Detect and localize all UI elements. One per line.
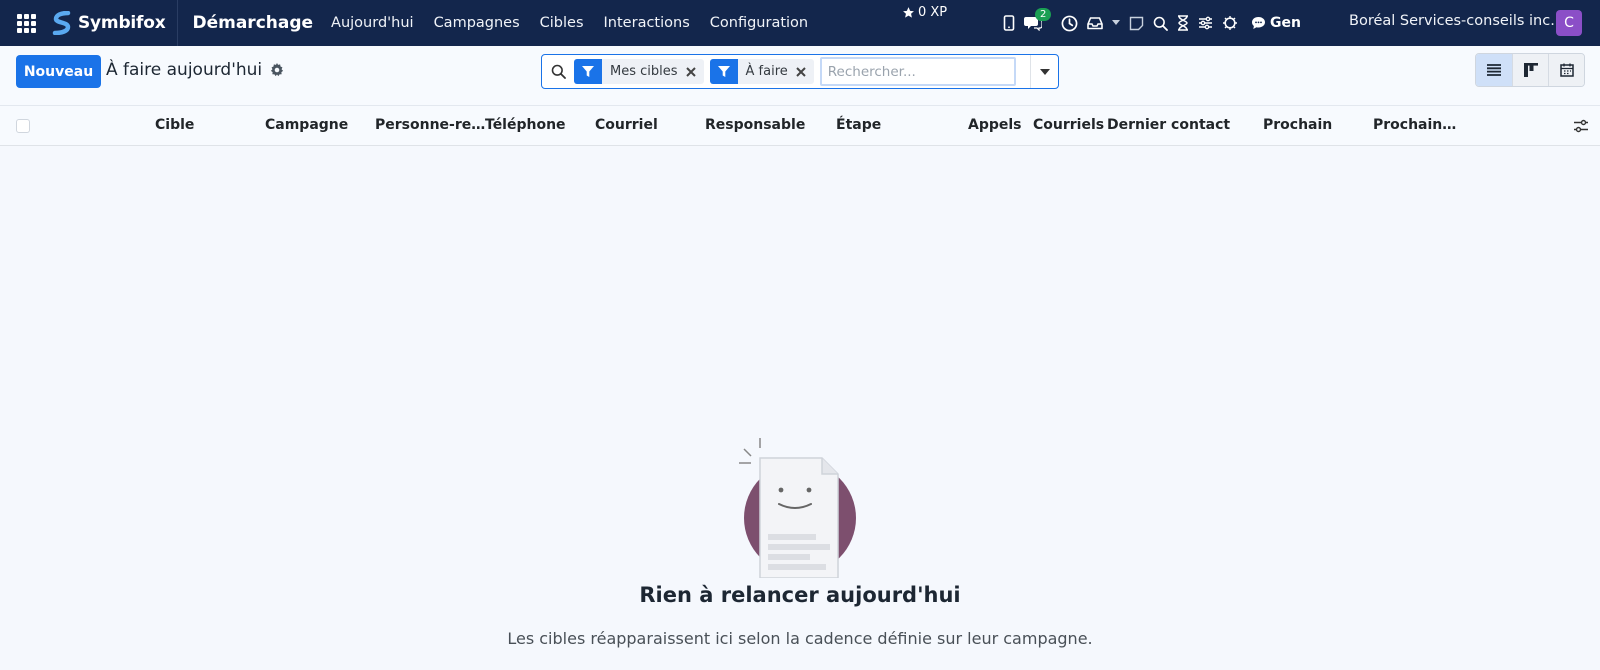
kanban-icon [1523, 63, 1538, 77]
filter-icon [709, 59, 738, 84]
search-input[interactable] [819, 57, 1016, 86]
column-header-last-contact[interactable]: Dernier contact [1107, 117, 1230, 133]
column-header-next[interactable]: Prochain [1263, 117, 1332, 133]
facet-label: À faire [745, 64, 788, 79]
close-icon[interactable] [685, 66, 704, 77]
inbox-icon[interactable] [1087, 16, 1103, 30]
caret-down-icon[interactable] [1112, 20, 1120, 26]
menu-item-today[interactable]: Aujourd'hui [321, 15, 424, 31]
select-all-checkbox[interactable] [16, 119, 30, 133]
calendar-icon [1559, 63, 1574, 77]
phone-icon[interactable] [1003, 15, 1015, 31]
app-title[interactable]: Démarchage [192, 13, 313, 33]
column-header-phone[interactable]: Téléphone [485, 117, 566, 133]
menu-item-targets[interactable]: Cibles [530, 15, 594, 31]
filter-icon [574, 59, 602, 84]
search-icon[interactable] [542, 64, 574, 79]
company-switcher[interactable]: Boréal Services-conseils inc. [1349, 13, 1555, 29]
control-panel: Nouveau À faire aujourd'hui Mes cibles À… [0, 46, 1600, 106]
table-header: Cible Campagne Personne-re… Téléphone Co… [0, 106, 1600, 146]
grid-icon [16, 13, 36, 33]
search-options-toggle[interactable] [1030, 55, 1058, 88]
caret-down-icon [1039, 68, 1050, 75]
column-header-stage[interactable]: Étape [836, 117, 881, 133]
brand-logo[interactable]: Symbifox [52, 0, 179, 46]
top-navbar: Symbifox Démarchage Aujourd'hui Campagne… [0, 0, 1600, 46]
column-settings-icon[interactable] [1573, 118, 1589, 137]
empty-state-title: Rien à relancer aujourd'hui [639, 583, 961, 607]
list-view-button[interactable] [1476, 54, 1512, 86]
new-button[interactable]: Nouveau [16, 55, 101, 88]
hourglass-icon[interactable] [1177, 15, 1189, 31]
gear-icon[interactable] [270, 63, 284, 77]
star-icon [903, 7, 914, 18]
gen-label: Gen [1270, 15, 1301, 31]
breadcrumb: À faire aujourd'hui [106, 60, 284, 80]
clock-icon[interactable] [1061, 15, 1078, 32]
column-header-campaign[interactable]: Campagne [265, 117, 348, 133]
main-menu: Aujourd'hui Campagnes Cibles Interaction… [321, 15, 818, 31]
note-icon[interactable] [1129, 16, 1144, 31]
calendar-view-button[interactable] [1548, 54, 1584, 86]
menu-item-interactions[interactable]: Interactions [594, 15, 700, 31]
column-header-target[interactable]: Cible [155, 117, 194, 133]
page-title: À faire aujourd'hui [106, 60, 263, 80]
gen-assistant-button[interactable]: Gen [1251, 15, 1301, 31]
search-bar: Mes cibles À faire [541, 54, 1059, 89]
brand-name: Symbifox [78, 13, 166, 33]
column-header-calls[interactable]: Appels [968, 117, 1022, 133]
close-icon[interactable] [796, 66, 814, 77]
facet-to-do: À faire [709, 59, 814, 84]
view-switcher [1475, 53, 1585, 87]
search-icon[interactable] [1153, 16, 1168, 31]
column-header-email[interactable]: Courriel [595, 117, 658, 133]
kanban-view-button[interactable] [1512, 54, 1548, 86]
xp-value: 0 XP [918, 5, 948, 20]
column-header-contact-person[interactable]: Personne-re… [375, 117, 485, 133]
sliders-icon[interactable] [1198, 16, 1213, 30]
facet-my-targets: Mes cibles [574, 59, 704, 84]
facet-label: Mes cibles [610, 64, 678, 79]
menu-item-configuration[interactable]: Configuration [700, 15, 818, 31]
menu-item-campaigns[interactable]: Campagnes [424, 15, 530, 31]
apps-menu-button[interactable] [0, 0, 52, 46]
column-header-emails[interactable]: Courriels [1033, 117, 1104, 133]
empty-state-text: Les cibles réapparaissent ici selon la c… [507, 629, 1093, 648]
xp-counter[interactable]: 0 XP [902, 5, 947, 20]
column-header-next-2[interactable]: Prochain… [1373, 117, 1456, 133]
list-icon [1487, 64, 1501, 76]
speech-bubble-icon [1252, 17, 1265, 29]
symbifox-logo-icon [52, 11, 71, 35]
systray: 2 Gen [1003, 0, 1301, 46]
chat-icon[interactable]: 2 [1024, 8, 1052, 31]
chat-badge: 2 [1035, 8, 1052, 21]
bug-icon[interactable] [1222, 15, 1238, 31]
column-header-owner[interactable]: Responsable [705, 117, 805, 133]
empty-state-illustration [739, 438, 856, 578]
user-avatar[interactable]: C [1556, 10, 1582, 36]
